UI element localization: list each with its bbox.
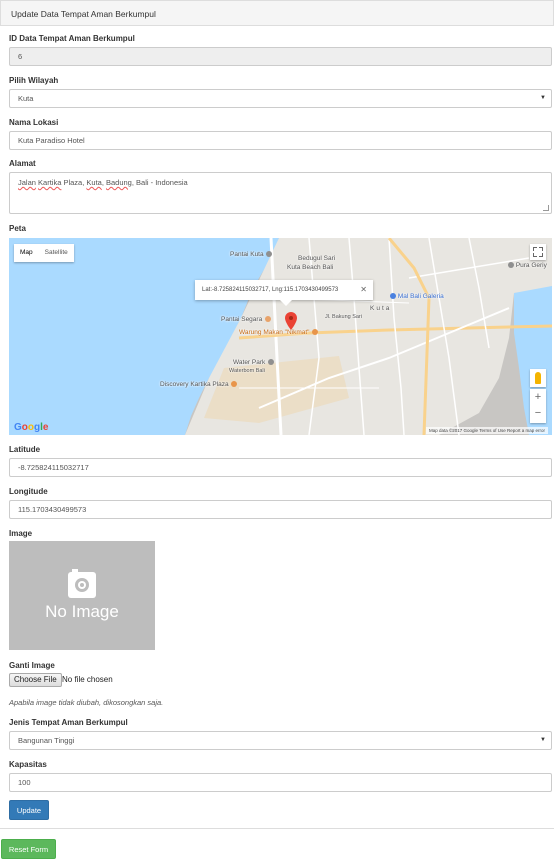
- jenis-value: Bangunan Tinggi: [18, 736, 75, 745]
- map-place: Pura Geriy: [507, 262, 547, 269]
- lng-label: Longitude: [9, 487, 48, 496]
- id-label: ID Data Tempat Aman Berkumpul: [9, 34, 135, 43]
- kapasitas-label: Kapasitas: [9, 760, 47, 769]
- google-logo: Google: [14, 422, 49, 433]
- infowindow-text: Lat:-8.725824115032717, Lng:115.17034304…: [202, 287, 339, 293]
- id-field: 6: [9, 47, 552, 66]
- resize-handle-icon[interactable]: [543, 205, 549, 211]
- map-canvas: [9, 238, 552, 435]
- choose-file-button[interactable]: Choose File: [9, 673, 62, 687]
- map-type-satellite[interactable]: Satellite: [39, 244, 74, 262]
- map-type-map[interactable]: Map: [14, 244, 39, 262]
- map-place: Mal Bali Galeria: [389, 293, 444, 300]
- map-place: Pantai Segara: [221, 316, 272, 323]
- map-place: Pantai Kuta: [230, 251, 273, 258]
- lng-input[interactable]: 115.1703430499573: [9, 500, 552, 519]
- map-place: Jl. Bakung Sari: [325, 314, 362, 320]
- alamat-word: Badung: [106, 178, 132, 187]
- map-attribution[interactable]: Map data ©2017 Google Terms of Use Repor…: [425, 427, 548, 434]
- wilayah-value: Kuta: [18, 94, 34, 103]
- chevron-down-icon: ▼: [540, 737, 546, 743]
- map-infowindow: Lat:-8.725824115032717, Lng:115.17034304…: [195, 280, 373, 306]
- alamat-word: Kuta: [86, 178, 102, 187]
- no-image-text: No Image: [45, 602, 119, 621]
- map-place: Warung Makan "Nikmat": [239, 329, 319, 336]
- jenis-label: Jenis Tempat Aman Berkumpul: [9, 718, 128, 727]
- update-button[interactable]: Update: [9, 800, 49, 820]
- map-place: Water Park: [233, 359, 275, 366]
- map-place: Discovery Kartika Plaza: [160, 381, 238, 388]
- wilayah-label: Pilih Wilayah: [9, 76, 59, 85]
- fullscreen-icon[interactable]: [530, 244, 546, 260]
- zoom-control[interactable]: + −: [530, 389, 546, 423]
- divider: [0, 828, 554, 829]
- ganti-label: Ganti Image: [9, 661, 55, 670]
- camera-icon: [68, 569, 96, 598]
- lokasi-input[interactable]: Kuta Paradiso Hotel: [9, 131, 552, 150]
- pegman-icon[interactable]: [530, 369, 546, 387]
- close-icon[interactable]: ✕: [360, 280, 367, 300]
- panel-title: Update Data Tempat Aman Berkumpul: [11, 9, 156, 19]
- lat-input[interactable]: -8.725824115032717: [9, 458, 552, 477]
- chevron-down-icon: ▼: [540, 95, 546, 101]
- alamat-word: Kartika: [38, 178, 62, 187]
- map[interactable]: Map Satellite Pantai Kuta Bedugul Sari K…: [9, 238, 552, 435]
- help-text: Apabila image tidak diubah, dikosongkan …: [9, 698, 164, 707]
- map-place: Kuta Beach Bali: [287, 264, 334, 271]
- alamat-label: Alamat: [9, 159, 36, 168]
- map-type-control[interactable]: Map Satellite: [14, 244, 74, 262]
- alamat-text: Plaza,: [61, 178, 87, 187]
- image-preview: No Image: [9, 541, 155, 650]
- reset-form-button[interactable]: Reset Form: [1, 839, 56, 859]
- file-status: No file chosen: [62, 675, 113, 684]
- zoom-in-button[interactable]: +: [530, 389, 546, 405]
- lat-label: Latitude: [9, 445, 41, 454]
- image-label: Image: [9, 529, 33, 538]
- zoom-out-button[interactable]: −: [530, 405, 546, 421]
- map-place: Kuta: [370, 305, 392, 312]
- lokasi-label: Nama Lokasi: [9, 118, 59, 127]
- panel-heading: Update Data Tempat Aman Berkumpul: [0, 0, 554, 26]
- kapasitas-input[interactable]: 100: [9, 773, 552, 792]
- jenis-select[interactable]: Bangunan Tinggi ▼: [9, 731, 552, 750]
- map-place: Waterbom Bali: [229, 368, 265, 374]
- map-marker-icon[interactable]: [285, 312, 297, 330]
- alamat-text: , Bali - Indonesia: [131, 178, 188, 187]
- alamat-textarea[interactable]: Jalan Kartika Plaza, Kuta, Badung, Bali …: [9, 172, 552, 214]
- alamat-word: Jalan: [18, 178, 36, 187]
- map-place: Bedugul Sari: [298, 255, 336, 262]
- peta-label: Peta: [9, 224, 26, 233]
- wilayah-select[interactable]: Kuta ▼: [9, 89, 552, 108]
